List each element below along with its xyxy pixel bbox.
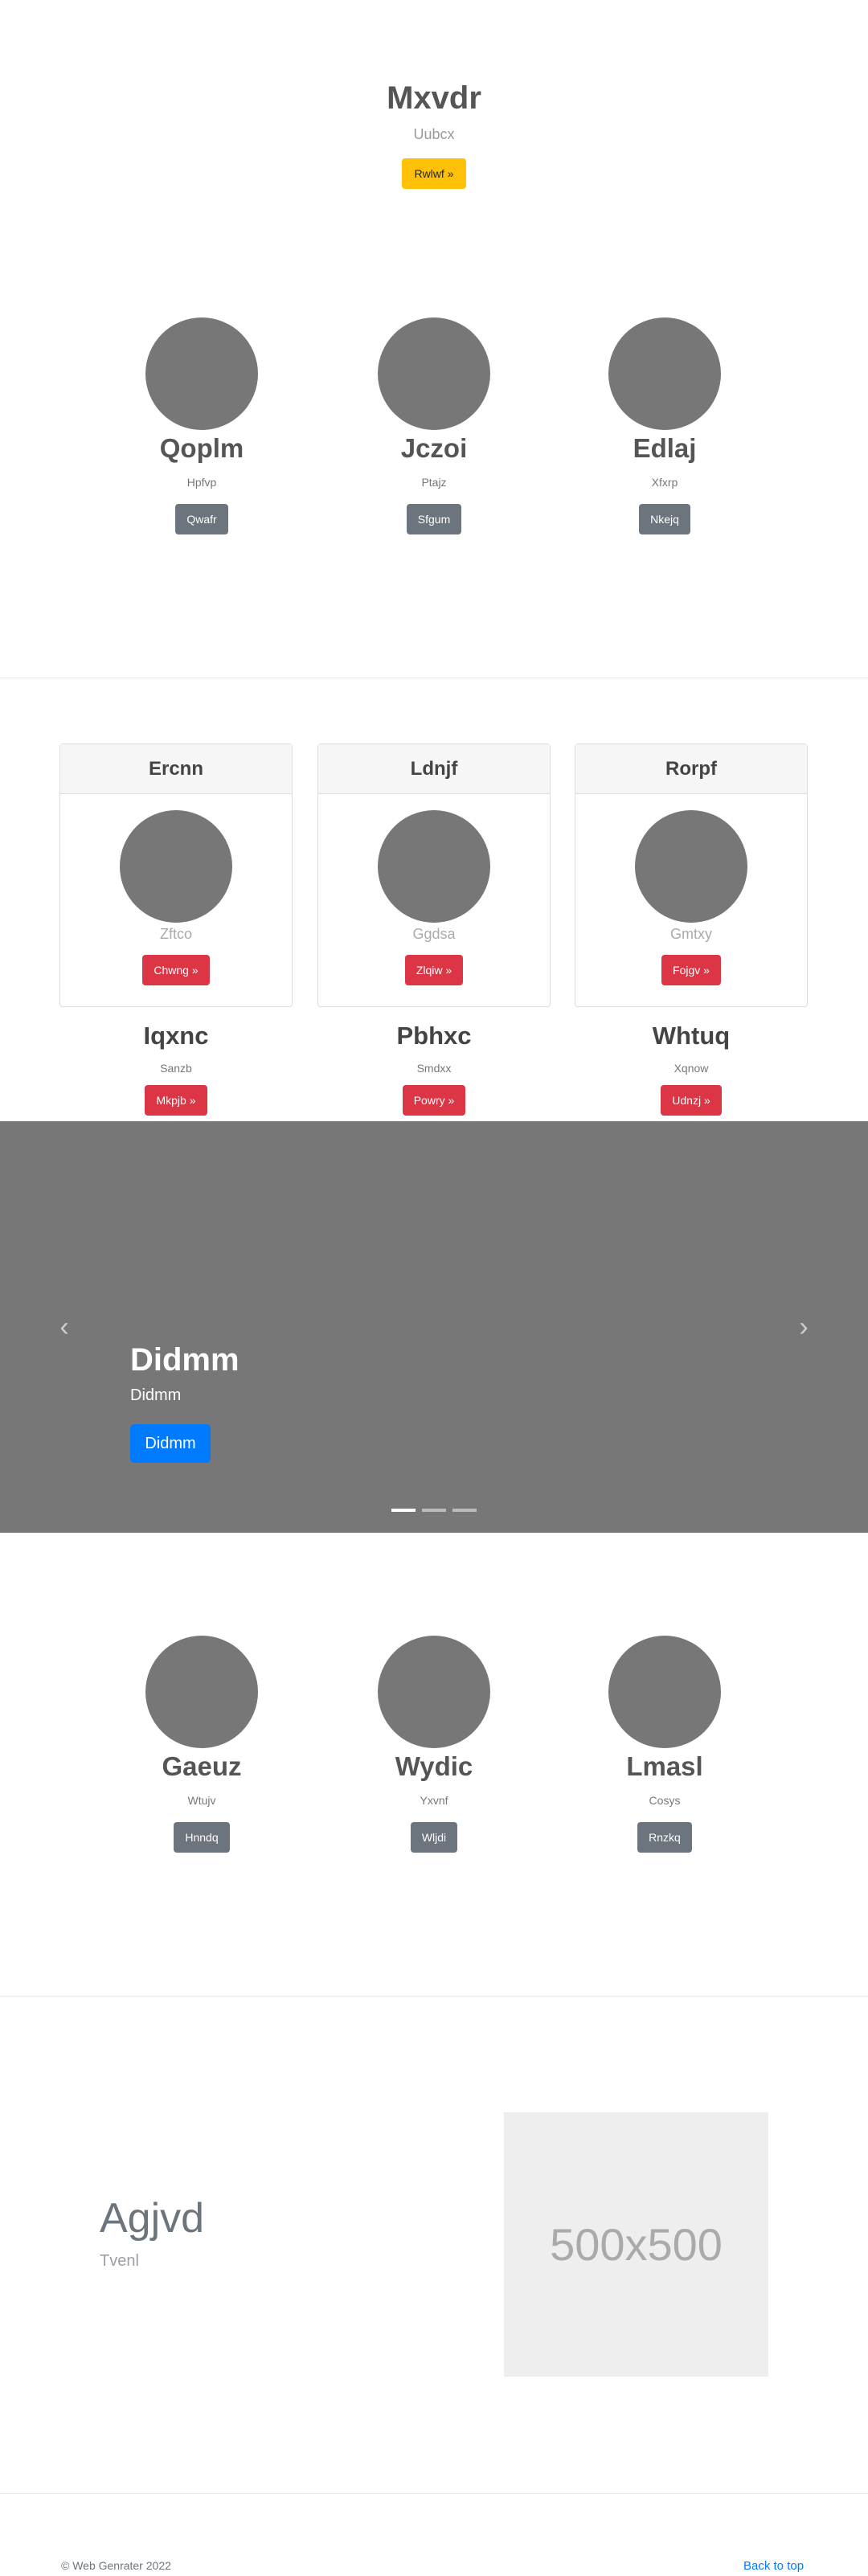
card: Ercnn Zftco Chwng »: [59, 743, 293, 1007]
card-body: Gmtxy Fojgv »: [575, 794, 807, 985]
card-image: [378, 810, 490, 923]
feature-button[interactable]: Hnndq: [174, 1822, 230, 1853]
card-image: [635, 810, 747, 923]
card-subtitle: Zftco: [159, 926, 192, 942]
feature-title: Jczoi: [400, 433, 468, 463]
hero-subtitle: Uubcx: [413, 126, 455, 142]
info-button[interactable]: Mkpjb »: [145, 1085, 207, 1116]
feature-subtitle: Cosys: [649, 1794, 681, 1807]
feature-button[interactable]: Rnzkq: [637, 1822, 692, 1853]
feature-button[interactable]: Wljdi: [410, 1822, 458, 1853]
card-subtitle: Gmtxy: [670, 926, 712, 942]
carousel-title: Didmm: [130, 1342, 240, 1378]
carousel-button[interactable]: Didmm: [130, 1424, 211, 1463]
feature-title: Wydic: [395, 1751, 473, 1781]
hero-title: Mxvdr: [387, 80, 481, 116]
feature-image: [145, 317, 258, 430]
info-subtitle: Xqnow: [674, 1062, 709, 1075]
carousel: ‹ › Didmm Didmm Didmm: [0, 1121, 868, 1533]
feature-title: Lmasl: [626, 1751, 703, 1781]
card: Ldnjf Ggdsa Zlqiw »: [317, 743, 551, 1007]
feature-item: Wydic Yxvnf Wljdi: [346, 1636, 522, 1853]
feature-item: Edlaj Xfxrp Nkejq: [576, 317, 753, 534]
info-block: Whtuq Xqnow Udnzj »: [575, 1019, 808, 1116]
feature-button[interactable]: Qwafr: [175, 504, 228, 534]
promo-subtitle: Tvenl: [100, 2252, 139, 2270]
feature-subtitle: Ptajz: [421, 476, 447, 489]
card-button[interactable]: Fojgv »: [661, 955, 721, 985]
info-title: Iqxnc: [143, 1022, 209, 1050]
card-image: [120, 810, 232, 923]
feature-title: Gaeuz: [162, 1751, 242, 1781]
back-to-top-link[interactable]: Back to top: [743, 2559, 804, 2573]
placeholder-image: 500x500: [504, 2112, 768, 2377]
footer-copyright: © Web Genrater 2022: [61, 2559, 171, 2572]
card-header: Ldnjf: [318, 744, 550, 794]
card: Rorpf Gmtxy Fojgv »: [575, 743, 808, 1007]
info-block: Pbhxc Smdxx Powry »: [317, 1019, 551, 1116]
carousel-subtitle: Didmm: [130, 1386, 182, 1404]
feature-title: Edlaj: [633, 433, 697, 463]
info-title: Whtuq: [652, 1022, 731, 1050]
feature-image: [145, 1636, 258, 1748]
card-body: Ggdsa Zlqiw »: [318, 794, 550, 985]
info-button[interactable]: Powry »: [402, 1085, 466, 1116]
feature-button[interactable]: Sfgum: [406, 504, 462, 534]
card-button[interactable]: Chwng »: [142, 955, 210, 985]
feature-image: [378, 1636, 490, 1748]
feature-item: Jczoi Ptajz Sfgum: [346, 317, 522, 534]
hero-button[interactable]: Rwlwf »: [402, 158, 466, 189]
card-header: Rorpf: [575, 744, 807, 794]
promo-title: Agjvd: [100, 2195, 205, 2242]
section-divider: [0, 1996, 868, 1997]
card-subtitle: Ggdsa: [412, 926, 456, 942]
carousel-indicator[interactable]: [391, 1509, 416, 1512]
card-body: Zftco Chwng »: [60, 794, 292, 985]
card-header: Ercnn: [60, 744, 292, 794]
carousel-indicators: [391, 1509, 477, 1512]
info-button[interactable]: Udnzj »: [661, 1085, 722, 1116]
feature-item: Qoplm Hpfvp Qwafr: [113, 317, 290, 534]
carousel-indicator[interactable]: [452, 1509, 477, 1512]
card-button[interactable]: Zlqiw »: [404, 955, 464, 985]
info-block: Iqxnc Sanzb Mkpjb »: [59, 1019, 293, 1116]
feature-image: [378, 317, 490, 430]
feature-button[interactable]: Nkejq: [639, 504, 690, 534]
carousel-indicator[interactable]: [422, 1509, 446, 1512]
chevron-left-icon[interactable]: ‹: [52, 1311, 76, 1343]
feature-subtitle: Hpfvp: [186, 476, 217, 489]
feature-item: Lmasl Cosys Rnzkq: [576, 1636, 753, 1853]
info-title: Pbhxc: [396, 1022, 472, 1050]
feature-title: Qoplm: [159, 433, 244, 463]
feature-subtitle: Xfxrp: [651, 476, 678, 489]
hero-section: Mxvdr Uubcx Rwlwf »: [0, 0, 868, 241]
feature-subtitle: Yxvnf: [420, 1794, 448, 1807]
feature-item: Gaeuz Wtujv Hnndq: [113, 1636, 290, 1853]
section-divider: [0, 2493, 868, 2494]
info-subtitle: Sanzb: [160, 1062, 192, 1075]
feature-subtitle: Wtujv: [187, 1794, 216, 1807]
info-subtitle: Smdxx: [416, 1062, 452, 1075]
feature-image: [608, 317, 721, 430]
feature-image: [608, 1636, 721, 1748]
chevron-right-icon[interactable]: ›: [792, 1311, 816, 1343]
